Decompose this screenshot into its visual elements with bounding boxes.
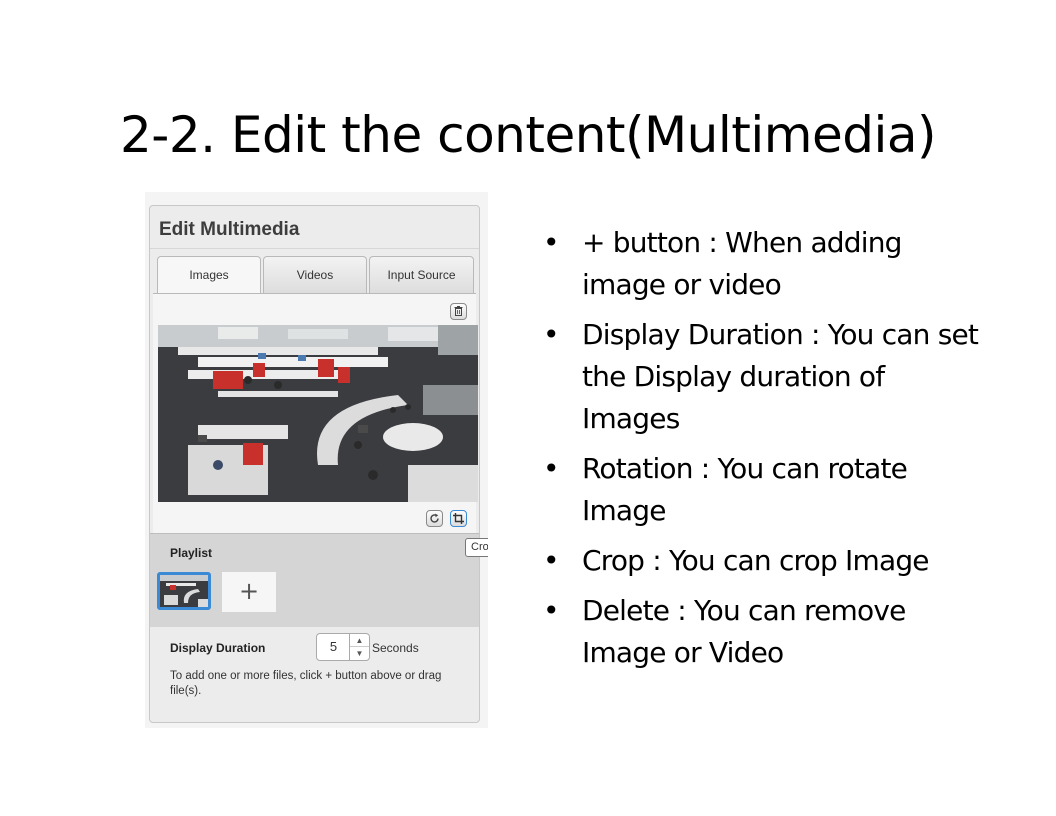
tab-images[interactable]: Images	[157, 256, 261, 294]
image-preview-area	[153, 293, 478, 534]
bullet-text: + button : When adding image or video	[582, 226, 902, 301]
playlist-label: Playlist	[170, 546, 213, 560]
stepper-up-icon[interactable]: ▲	[350, 634, 369, 647]
rotate-button[interactable]	[426, 510, 443, 527]
stepper-buttons: ▲ ▼	[349, 634, 369, 660]
tab-input-source[interactable]: Input Source	[369, 256, 474, 293]
bullet-list: • + button : When adding image or video •…	[540, 222, 980, 682]
rotate-icon	[430, 513, 439, 523]
thumbnail-image	[160, 575, 208, 607]
add-file-button[interactable]: +	[222, 572, 276, 612]
divider	[150, 248, 479, 249]
office-photo	[158, 325, 478, 502]
bullet-dot-icon: •	[543, 226, 560, 259]
edit-multimedia-panel: Edit Multimedia Images Videos Input Sour…	[149, 205, 480, 723]
tooltip-clip	[488, 530, 538, 560]
duration-stepper[interactable]: 5 ▲ ▼	[316, 633, 370, 661]
panel-title: Edit Multimedia	[159, 219, 300, 240]
bullet-text: Delete : You can remove Image or Video	[582, 594, 906, 669]
bullet-dot-icon: •	[543, 544, 560, 577]
trash-icon	[454, 306, 463, 316]
slide-title: 2-2. Edit the content(Multimedia)	[119, 106, 937, 164]
bullet-rotation: • Rotation : You can rotate Image	[540, 448, 980, 532]
bullet-text: Crop : You can crop Image	[582, 544, 930, 577]
duration-unit: Seconds	[372, 641, 419, 655]
help-text: To add one or more files, click + button…	[170, 670, 442, 697]
crop-icon	[453, 513, 464, 524]
delete-button[interactable]	[450, 303, 467, 320]
bullet-add-button: • + button : When adding image or video	[540, 222, 980, 306]
bullet-display-duration: • Display Duration : You can set the Disp…	[540, 314, 980, 440]
bullet-dot-icon: •	[543, 594, 560, 627]
display-duration-label: Display Duration	[170, 641, 266, 655]
tab-videos[interactable]: Videos	[263, 256, 367, 293]
playlist-thumbnail[interactable]	[157, 572, 211, 610]
bullet-crop: • Crop : You can crop Image	[540, 540, 980, 582]
playlist: Playlist +	[150, 533, 479, 627]
stepper-down-icon[interactable]: ▼	[350, 647, 369, 660]
bullet-text: Display Duration : You can set the Displ…	[582, 318, 979, 435]
bullet-dot-icon: •	[543, 318, 560, 351]
crop-button[interactable]	[450, 510, 467, 527]
bullet-text: Rotation : You can rotate Image	[582, 452, 908, 527]
duration-value[interactable]: 5	[317, 634, 350, 660]
bullet-dot-icon: •	[543, 452, 560, 485]
bullet-delete: • Delete : You can remove Image or Video	[540, 590, 980, 674]
